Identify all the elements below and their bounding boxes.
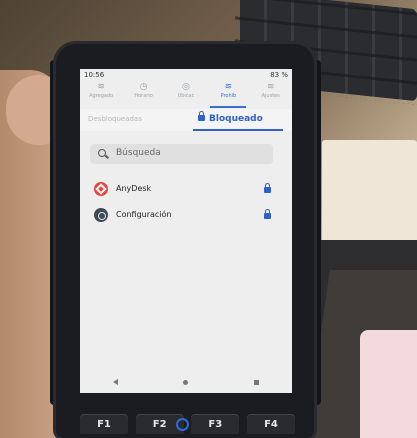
wifi-icon: ≋ xyxy=(266,82,275,92)
quick-setting-label: Agregado xyxy=(89,93,114,99)
search-input[interactable]: Búsqueda xyxy=(90,144,273,164)
navigation-bar xyxy=(80,372,292,392)
tab-locked[interactable]: Bloqueado xyxy=(198,111,263,124)
location-icon: ◎ xyxy=(182,82,190,92)
back-icon[interactable] xyxy=(112,379,118,385)
device-screen: 10:56 83 % ≋ Agregado ◷ Horario ◎ Ubicac… xyxy=(80,69,292,393)
quick-setting-horario[interactable]: ◷ Horario xyxy=(126,82,162,108)
status-time: 10:56 xyxy=(84,71,105,79)
wifi-icon: ≋ xyxy=(224,82,233,92)
lock-icon xyxy=(198,111,205,121)
clock-icon: ◷ xyxy=(139,82,148,92)
tab-locked-label: Bloqueado xyxy=(209,114,263,124)
battery-level: 83 % xyxy=(270,71,288,79)
quick-setting-label: Ubicac xyxy=(177,93,195,99)
list-item[interactable]: AnyDesk xyxy=(88,177,278,203)
anydesk-icon xyxy=(94,182,108,196)
status-bar: 10:56 83 % xyxy=(80,69,292,81)
lock-icon[interactable] xyxy=(264,209,271,219)
tab-bar: Desbloqueadas Bloqueado xyxy=(80,109,292,131)
list-item[interactable]: Configuración xyxy=(88,203,278,229)
f4-key[interactable]: F4 xyxy=(246,414,295,434)
pink-object xyxy=(360,330,417,438)
quick-setting-label: Horario xyxy=(134,93,153,99)
app-list: AnyDesk Configuración xyxy=(88,177,278,229)
search-icon xyxy=(98,149,106,157)
quick-setting-label: Ajustes xyxy=(261,93,280,99)
power-button-icon[interactable] xyxy=(176,418,189,431)
settings-icon xyxy=(94,208,108,222)
quick-setting-agregado[interactable]: ≋ Agregado xyxy=(83,82,119,108)
quick-setting-label: Prohib xyxy=(220,93,237,99)
recent-apps-icon[interactable] xyxy=(254,379,260,385)
wifi-icon: ≋ xyxy=(97,82,105,92)
quick-setting-ubicac[interactable]: ◎ Ubicac xyxy=(168,82,204,108)
f1-key[interactable]: F1 xyxy=(80,414,128,434)
tab-unlocked[interactable]: Desbloqueadas xyxy=(88,115,142,123)
home-icon[interactable] xyxy=(183,379,189,385)
quick-setting-prohib[interactable]: ≋ Prohib xyxy=(210,82,247,108)
search-placeholder: Búsqueda xyxy=(116,148,161,158)
lock-icon[interactable] xyxy=(264,183,271,193)
f3-key[interactable]: F3 xyxy=(191,414,240,434)
app-name: AnyDesk xyxy=(116,184,152,193)
active-tab-indicator xyxy=(193,129,283,131)
quick-settings-bar: ≋ Agregado ◷ Horario ◎ Ubicac ≋ Prohib ≋… xyxy=(80,82,292,108)
quick-setting-ajustes[interactable]: ≋ Ajustes xyxy=(253,82,289,108)
app-name: Configuración xyxy=(116,210,172,219)
